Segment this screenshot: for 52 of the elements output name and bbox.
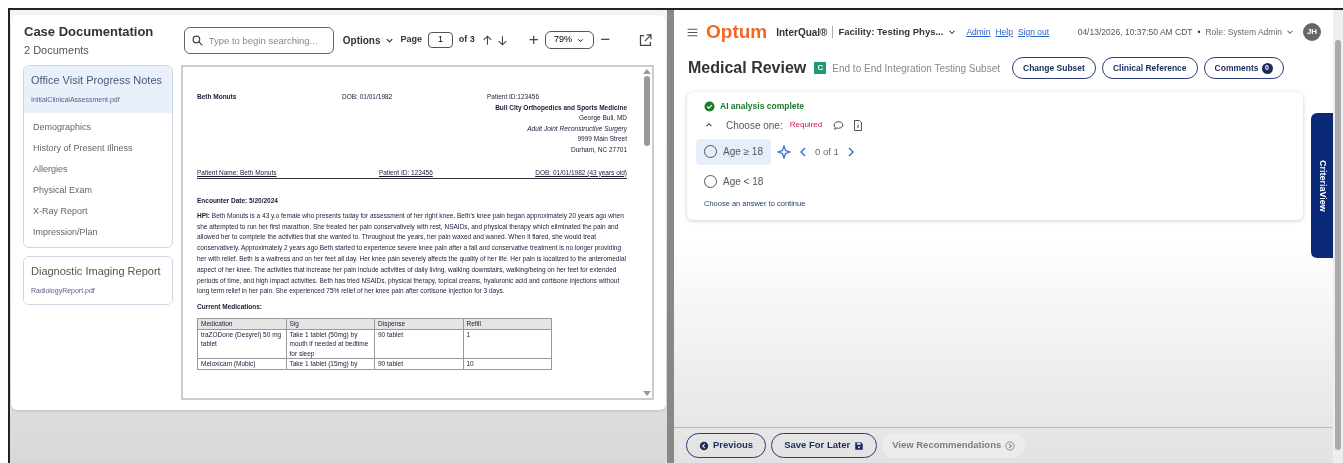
- document-info-icon[interactable]: [852, 118, 865, 132]
- facility-dropdown[interactable]: Facility: Testing Phys...: [838, 24, 958, 40]
- scrollbar[interactable]: [1335, 40, 1341, 450]
- document-title: Diagnostic Imaging Report: [31, 264, 162, 279]
- brand-logo: Optum: [706, 19, 768, 44]
- question-prompt: Choose one:: [726, 118, 783, 133]
- arrow-right-circle-icon: [1005, 440, 1016, 451]
- panel-title: Case Documentation: [24, 23, 155, 41]
- section-link[interactable]: Physical Exam: [24, 180, 172, 201]
- subset-badge: C: [814, 62, 827, 74]
- criteria-view-tab[interactable]: CriteriaView: [1311, 113, 1333, 258]
- zoom-dropdown[interactable]: 79%: [544, 31, 595, 49]
- product-name: InterQual®: [776, 25, 828, 40]
- document-title: Office Visit Progress Notes: [31, 73, 164, 88]
- scroll-down-arrow[interactable]: [642, 391, 651, 396]
- evidence-count: 0 of 1: [814, 144, 839, 159]
- page-field[interactable]: 1: [428, 32, 453, 48]
- zoom-in-button[interactable]: +: [528, 27, 539, 53]
- splitter-handle[interactable]: [667, 10, 674, 463]
- page-count: of 3: [458, 33, 475, 47]
- subset-name: End to End Integration Testing Subset: [832, 61, 1000, 76]
- status-text: AI analysis complete: [720, 100, 805, 113]
- search-field[interactable]: Type to begin searching...: [183, 26, 334, 54]
- search-icon: [190, 33, 204, 47]
- arrow-left-circle-icon: [699, 440, 709, 451]
- options-menu[interactable]: Options: [342, 32, 395, 48]
- page-title: Medical Review: [688, 58, 807, 78]
- sparkle-icon[interactable]: [776, 144, 791, 159]
- section-link[interactable]: History of Present Illness: [24, 138, 172, 159]
- radio-option[interactable]: Age ≥ 18: [696, 138, 771, 165]
- page-label: Page: [400, 33, 423, 47]
- section-link[interactable]: Impression/Plan: [24, 222, 172, 243]
- header-link[interactable]: Sign out: [1017, 25, 1050, 39]
- section-link[interactable]: Demographics: [24, 117, 172, 138]
- user-avatar[interactable]: JH: [1303, 23, 1321, 41]
- arrow-up-icon[interactable]: [480, 33, 494, 47]
- separator: •: [1197, 25, 1201, 39]
- date-time: 04/13/2026, 10:37:50 AM CDT: [1077, 25, 1193, 39]
- section-link[interactable]: Allergies: [24, 159, 172, 180]
- check-circle-icon: [704, 100, 715, 112]
- role-dropdown[interactable]: Role: System Admin: [1205, 25, 1295, 39]
- comment-icon[interactable]: [832, 118, 846, 132]
- document-count: 2 Documents: [24, 42, 90, 58]
- scrollbar[interactable]: [643, 76, 650, 146]
- external-link-icon[interactable]: [638, 32, 653, 48]
- radio-option[interactable]: Age < 18: [696, 168, 772, 195]
- header-link[interactable]: Help: [995, 25, 1013, 39]
- required-label: Required: [789, 119, 823, 132]
- zoom-out-button[interactable]: −: [600, 27, 611, 53]
- header-link[interactable]: Admin: [966, 25, 991, 39]
- section-link[interactable]: X-Ray Report: [24, 201, 172, 222]
- arrow-down-icon[interactable]: [495, 33, 509, 47]
